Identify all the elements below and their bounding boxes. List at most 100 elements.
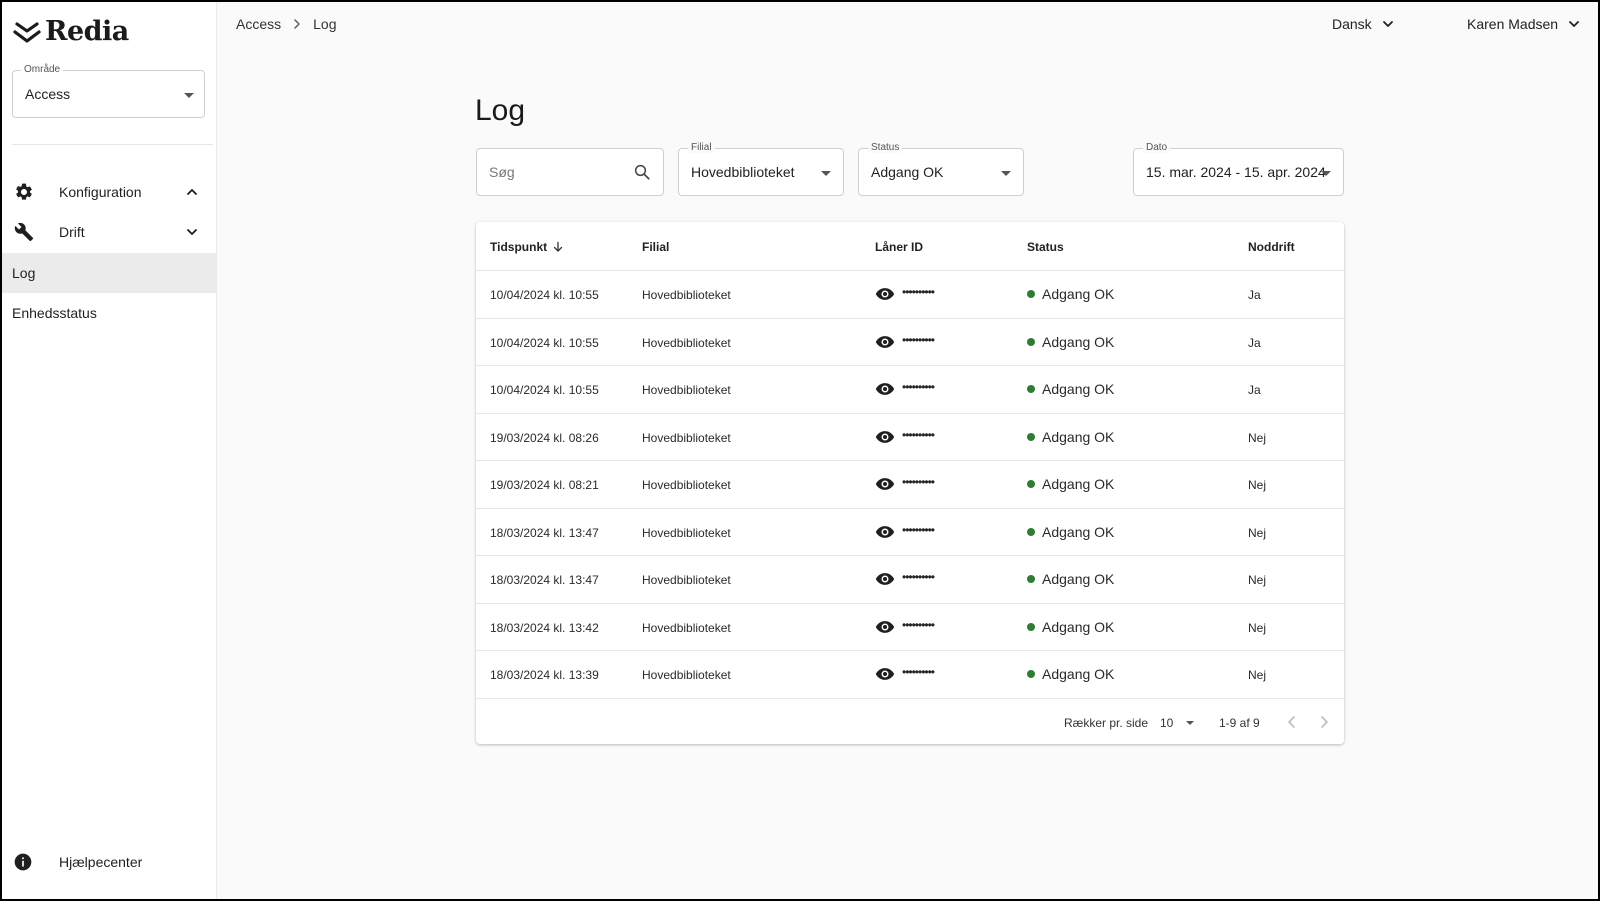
- status-dot: [1027, 290, 1035, 298]
- caret-down-icon: [184, 93, 194, 98]
- user-name: Karen Madsen: [1467, 16, 1559, 32]
- pagination-range: 1-9 af 9: [1219, 716, 1260, 730]
- cell-branch: Hovedbiblioteket: [642, 430, 731, 445]
- cell-borrower-masked: ••••••••••: [902, 617, 935, 632]
- rows-per-page-select[interactable]: 10: [1158, 712, 1198, 734]
- cell-borrower-masked: ••••••••••: [902, 570, 935, 584]
- cell-status: Adgang OK: [1027, 524, 1114, 540]
- status-dot: [1027, 527, 1035, 536]
- user-menu[interactable]: Karen Madsen: [1467, 16, 1580, 32]
- status-dot: [1027, 575, 1035, 583]
- cell-branch: Hovedbiblioteket: [642, 620, 731, 635]
- cell-emergency: Nej: [1248, 668, 1267, 682]
- previous-page-button[interactable]: [1284, 714, 1300, 730]
- date-range-select[interactable]: Dato 15. mar. 2024 - 15. apr. 2024: [1133, 142, 1344, 196]
- status-dot: [1027, 622, 1035, 631]
- cell-branch: Hovedbiblioteket: [642, 525, 731, 540]
- cell-borrower-masked: ••••••••••: [902, 522, 935, 537]
- app-frame: Redia Område Access Konfiguration Drift: [2, 2, 1598, 899]
- language-menu[interactable]: Dansk: [1332, 16, 1394, 32]
- sidebar-item-konfiguration[interactable]: Konfiguration: [2, 172, 216, 212]
- status-text: Adgang OK: [1042, 476, 1115, 492]
- eye-icon[interactable]: [875, 571, 895, 587]
- breadcrumb-root[interactable]: Access: [236, 16, 281, 32]
- redia-logo-icon: [13, 21, 41, 43]
- eye-icon[interactable]: [875, 666, 895, 682]
- status-select[interactable]: Status Adgang OK: [858, 142, 1024, 196]
- caret-down-icon: [1321, 171, 1331, 176]
- wrench-icon: [14, 222, 34, 242]
- cell-status: Adgang OK: [1027, 334, 1114, 350]
- eye-icon[interactable]: [875, 429, 895, 445]
- search-icon[interactable]: [633, 163, 651, 181]
- sidebar-item-label: Log: [12, 265, 36, 281]
- cell-emergency: Ja: [1248, 383, 1261, 397]
- cell-status: Adgang OK: [1027, 476, 1114, 492]
- cell-time: 10/04/2024 kl. 10:55: [490, 383, 599, 397]
- column-header-label: Tidspunkt: [490, 240, 548, 254]
- search-field[interactable]: [476, 148, 664, 196]
- table-row: 18/03/2024 kl. 13:39 Hovedbiblioteket ••••…: [476, 651, 1344, 699]
- sidebar-item-log[interactable]: Log: [2, 253, 216, 293]
- cell-borrower-masked: ••••••••••: [902, 285, 935, 299]
- date-range-value: 15. mar. 2024 - 15. apr. 2024: [1146, 164, 1326, 180]
- chevron-right-icon: [294, 19, 300, 29]
- log-table: Tidspunkt Filial Låner ID Status Noddrif…: [476, 222, 1344, 744]
- cell-emergency: Nej: [1248, 620, 1267, 635]
- status-text: Adgang OK: [1042, 286, 1115, 302]
- cell-emergency: Nej: [1248, 573, 1267, 587]
- sidebar-item-drift[interactable]: Drift: [2, 212, 216, 252]
- cell-time: 18/03/2024 kl. 13:39: [490, 668, 599, 682]
- cell-emergency: Nej: [1248, 478, 1267, 492]
- cell-time: 19/03/2024 kl. 08:21: [490, 478, 599, 492]
- eye-icon[interactable]: [875, 524, 895, 540]
- breadcrumb-current: Log: [313, 16, 337, 32]
- table-row: 10/04/2024 kl. 10:55 Hovedbiblioteket ••••…: [476, 271, 1344, 319]
- column-header-borrower: Låner ID: [875, 240, 923, 254]
- sidebar-item-enhedsstatus[interactable]: Enhedsstatus: [2, 293, 216, 333]
- status-text: Adgang OK: [1042, 428, 1115, 445]
- cell-branch: Hovedbiblioteket: [642, 288, 731, 302]
- next-page-button[interactable]: [1316, 714, 1332, 730]
- status-dot: [1027, 385, 1035, 393]
- eye-icon[interactable]: [875, 619, 895, 635]
- status-select-value: Adgang OK: [871, 164, 944, 180]
- area-select[interactable]: Område Access: [12, 64, 205, 118]
- column-header-time[interactable]: Tidspunkt: [490, 240, 564, 254]
- table-row: 10/04/2024 kl. 10:55 Hovedbiblioteket ••••…: [476, 319, 1344, 366]
- chevron-down-icon: [187, 229, 197, 235]
- eye-icon[interactable]: [875, 381, 895, 397]
- brand-name: Redia: [45, 16, 129, 47]
- gear-icon: [16, 183, 32, 200]
- cell-status: Adgang OK: [1027, 381, 1114, 397]
- cell-borrower-masked: ••••••••••: [902, 427, 935, 442]
- status-text: Adgang OK: [1042, 618, 1115, 635]
- sidebar-item-label: Konfiguration: [59, 184, 142, 200]
- table-row: 19/03/2024 kl. 08:26 Hovedbiblioteket ••••…: [476, 414, 1344, 461]
- date-range-label: Dato: [1143, 142, 1171, 153]
- column-header-emergency: Noddrift: [1248, 240, 1295, 254]
- chevron-up-icon: [187, 189, 197, 195]
- filial-select-label: Filial: [688, 142, 715, 153]
- filial-select-value: Hovedbiblioteket: [691, 164, 795, 180]
- cell-time: 10/04/2024 kl. 10:55: [490, 335, 599, 350]
- table-row: 10/04/2024 kl. 10:55 Hovedbiblioteket ••••…: [476, 366, 1344, 414]
- cell-time: 18/03/2024 kl. 13:42: [490, 620, 599, 635]
- column-header-branch: Filial: [642, 240, 669, 254]
- eye-icon[interactable]: [875, 334, 895, 350]
- help-center-link[interactable]: Hjælpecenter: [2, 842, 216, 882]
- page-title: Log: [475, 94, 526, 127]
- table-row: 18/03/2024 kl. 13:47 Hovedbiblioteket ••••…: [476, 509, 1344, 556]
- cell-emergency: Nej: [1248, 430, 1267, 445]
- cell-time: 10/04/2024 kl. 10:55: [490, 288, 599, 302]
- eye-icon[interactable]: [875, 476, 895, 492]
- logo[interactable]: Redia: [13, 16, 129, 47]
- filial-select[interactable]: Filial Hovedbiblioteket: [678, 142, 844, 196]
- status-dot: [1027, 432, 1035, 441]
- eye-icon[interactable]: [875, 286, 895, 302]
- column-header-label: Noddrift: [1248, 240, 1295, 254]
- cell-borrower-masked: ••••••••••: [902, 665, 935, 679]
- rows-per-page-label: Rækker pr. side: [1064, 716, 1149, 730]
- area-select-value: Access: [25, 86, 71, 102]
- cell-branch: Hovedbiblioteket: [642, 573, 731, 587]
